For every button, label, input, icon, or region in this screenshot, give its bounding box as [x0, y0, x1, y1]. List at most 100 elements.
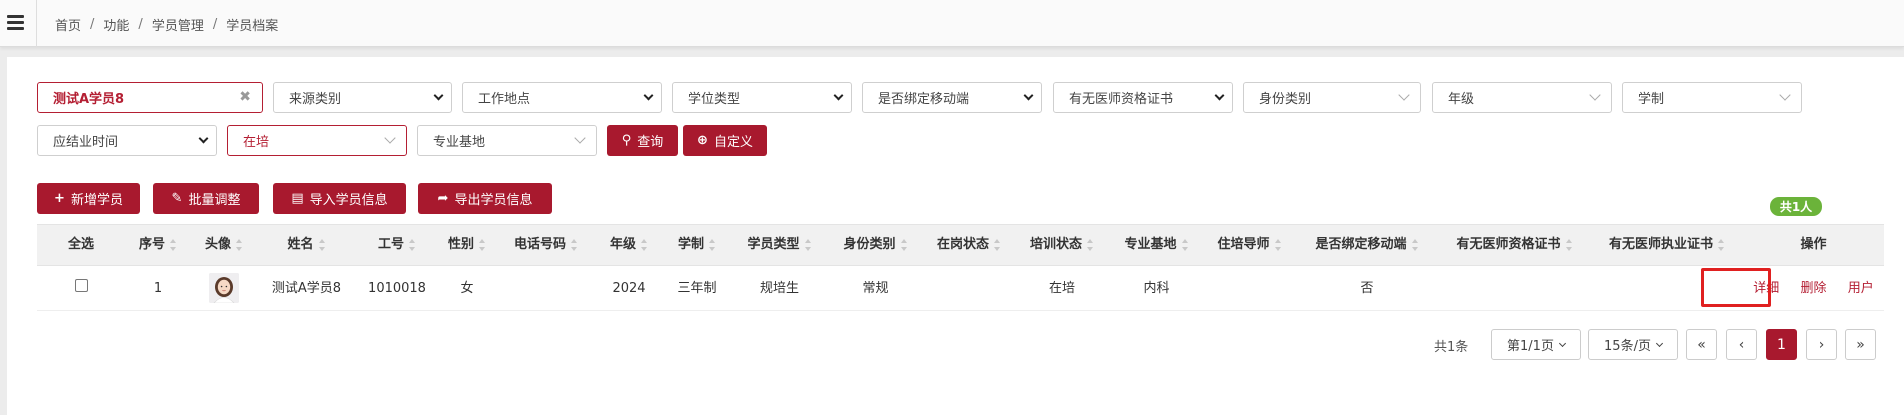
grade-select[interactable]: 年级: [1432, 82, 1612, 113]
header-gender[interactable]: 性别: [438, 225, 496, 265]
sort-icon: [900, 238, 908, 251]
breadcrumb-student-archive: 学员档案: [226, 19, 279, 34]
delete-link[interactable]: 删除: [1800, 281, 1826, 296]
plus-icon: +: [54, 191, 65, 206]
menu-icon[interactable]: [7, 15, 24, 30]
name-search-input[interactable]: 测试A学员8 ✖: [37, 82, 263, 113]
sort-icon: [1718, 238, 1725, 251]
sort-icon: [1181, 238, 1189, 251]
customize-button[interactable]: ⊕ 自定义: [683, 125, 767, 156]
row-mobile-bound: 否: [1360, 281, 1374, 296]
share-icon: ➦: [437, 191, 449, 206]
first-page-button[interactable]: «: [1686, 329, 1717, 360]
prev-page-button[interactable]: ‹: [1726, 329, 1757, 360]
header-training-status[interactable]: 培训状态: [1014, 225, 1110, 265]
clear-icon[interactable]: ✖: [239, 89, 251, 105]
breadcrumb-home[interactable]: 首页: [55, 15, 81, 34]
header-identity[interactable]: 身份类别: [827, 225, 924, 265]
row-avatar-cell: [191, 266, 257, 311]
query-button-label: 查询: [637, 135, 664, 150]
detail-link-highlight: [1701, 268, 1771, 307]
avatar[interactable]: [209, 273, 239, 303]
breadcrumb-function[interactable]: 功能: [103, 15, 129, 34]
sort-icon: [1565, 238, 1573, 251]
import-students-button[interactable]: ▤ 导入学员信息: [273, 183, 406, 214]
row-qualification-cert: [1438, 266, 1591, 311]
row-identity: 常规: [862, 281, 889, 296]
query-button[interactable]: ⚲ 查询: [607, 125, 678, 156]
last-page-button[interactable]: »: [1845, 329, 1876, 360]
header-phone[interactable]: 电话号码: [496, 225, 596, 265]
header-label: 工号: [377, 237, 404, 252]
header-specialty-base[interactable]: 专业基地: [1110, 225, 1203, 265]
export-students-label: 导出学员信息: [454, 193, 533, 208]
header-label: 专业基地: [1124, 237, 1177, 252]
breadcrumb-separator: /: [90, 17, 95, 32]
page-select[interactable]: 第1/1页: [1491, 329, 1581, 360]
row-phone: [496, 266, 596, 311]
breadcrumb-student-mgmt[interactable]: 学员管理: [152, 15, 204, 34]
graduation-time-select[interactable]: 应结业时间: [37, 125, 217, 156]
identity-category-select[interactable]: 身份类别: [1243, 82, 1421, 113]
header-qualification-cert[interactable]: 有无医师资格证书: [1438, 225, 1591, 265]
header-label: 性别: [447, 237, 474, 252]
row-select-cell: [37, 266, 125, 311]
qualification-cert-select[interactable]: 有无医师资格证书: [1053, 82, 1233, 113]
sort-icon: [409, 238, 416, 251]
specialty-base-select[interactable]: 专业基地: [417, 125, 597, 156]
zoom-in-icon: ⊕: [697, 133, 708, 148]
graduation-time-label: 应结业时间: [53, 135, 119, 150]
degree-type-select[interactable]: 学位类型: [672, 82, 852, 113]
training-status-select[interactable]: 在培: [227, 125, 407, 156]
sort-icon: [236, 238, 243, 251]
header-actions: 操作: [1743, 225, 1884, 265]
page-size-select[interactable]: 15条/页: [1588, 329, 1678, 360]
user-link[interactable]: 用户: [1848, 281, 1874, 296]
header-avatar[interactable]: 头像: [191, 225, 257, 265]
edit-icon: ✎: [171, 191, 183, 206]
header-label: 在岗状态: [936, 237, 989, 252]
header-grade[interactable]: 年级: [596, 225, 662, 265]
row-staff-no: 1010018: [368, 281, 426, 296]
next-page-button[interactable]: ›: [1806, 329, 1837, 360]
degree-type-label: 学位类型: [688, 92, 741, 107]
header-label: 有无医师执业证书: [1608, 237, 1713, 252]
batch-adjust-label: 批量调整: [188, 193, 241, 208]
header-student-type[interactable]: 学员类型: [732, 225, 827, 265]
header-practice-cert[interactable]: 有无医师执业证书: [1591, 225, 1743, 265]
header-staff-no[interactable]: 工号: [356, 225, 438, 265]
export-students-button[interactable]: ➦ 导出学员信息: [418, 183, 552, 214]
import-students-label: 导入学员信息: [309, 193, 388, 208]
breadcrumb: 首页 / 功能 / 学员管理 / 学员档案: [55, 15, 278, 34]
header-label: 年级: [609, 237, 636, 252]
header-mobile-bound[interactable]: 是否绑定移动端: [1296, 225, 1438, 265]
sort-icon: [170, 238, 177, 251]
search-icon: ⚲: [621, 133, 632, 148]
header-label: 有无医师资格证书: [1456, 237, 1561, 252]
source-category-select[interactable]: 来源类别: [273, 82, 452, 113]
batch-adjust-button[interactable]: ✎ 批量调整: [153, 183, 259, 214]
mobile-bound-select[interactable]: 是否绑定移动端: [862, 82, 1042, 113]
row-gender: 女: [460, 281, 474, 296]
header-index[interactable]: 序号: [125, 225, 191, 265]
school-system-label: 学制: [1638, 92, 1665, 107]
header-select-all[interactable]: 全选: [37, 225, 125, 265]
header-mentor[interactable]: 住培导师: [1203, 225, 1296, 265]
add-student-button[interactable]: + 新增学员: [37, 183, 140, 214]
header-job-status[interactable]: 在岗状态: [924, 225, 1014, 265]
qualification-cert-label: 有无医师资格证书: [1069, 92, 1174, 107]
header-label: 姓名: [287, 237, 314, 252]
school-system-select[interactable]: 学制: [1622, 82, 1802, 113]
training-status-value: 在培: [243, 135, 270, 150]
row-specialty-base: 内科: [1143, 281, 1170, 296]
row-name: 测试A学员8: [271, 281, 342, 296]
header-name[interactable]: 姓名: [257, 225, 356, 265]
row-checkbox[interactable]: [74, 279, 88, 292]
table-row: 1 测试A学员8 1010018 女 2024 三年制 规培生 常规 在培 内科…: [37, 266, 1884, 311]
header-school-system[interactable]: 学制: [662, 225, 732, 265]
breadcrumb-separator: /: [138, 17, 143, 32]
sort-icon: [641, 238, 648, 251]
page-1-button[interactable]: 1: [1766, 329, 1797, 360]
name-search-value: 测试A学员8: [53, 92, 125, 107]
work-location-select[interactable]: 工作地点: [462, 82, 662, 113]
